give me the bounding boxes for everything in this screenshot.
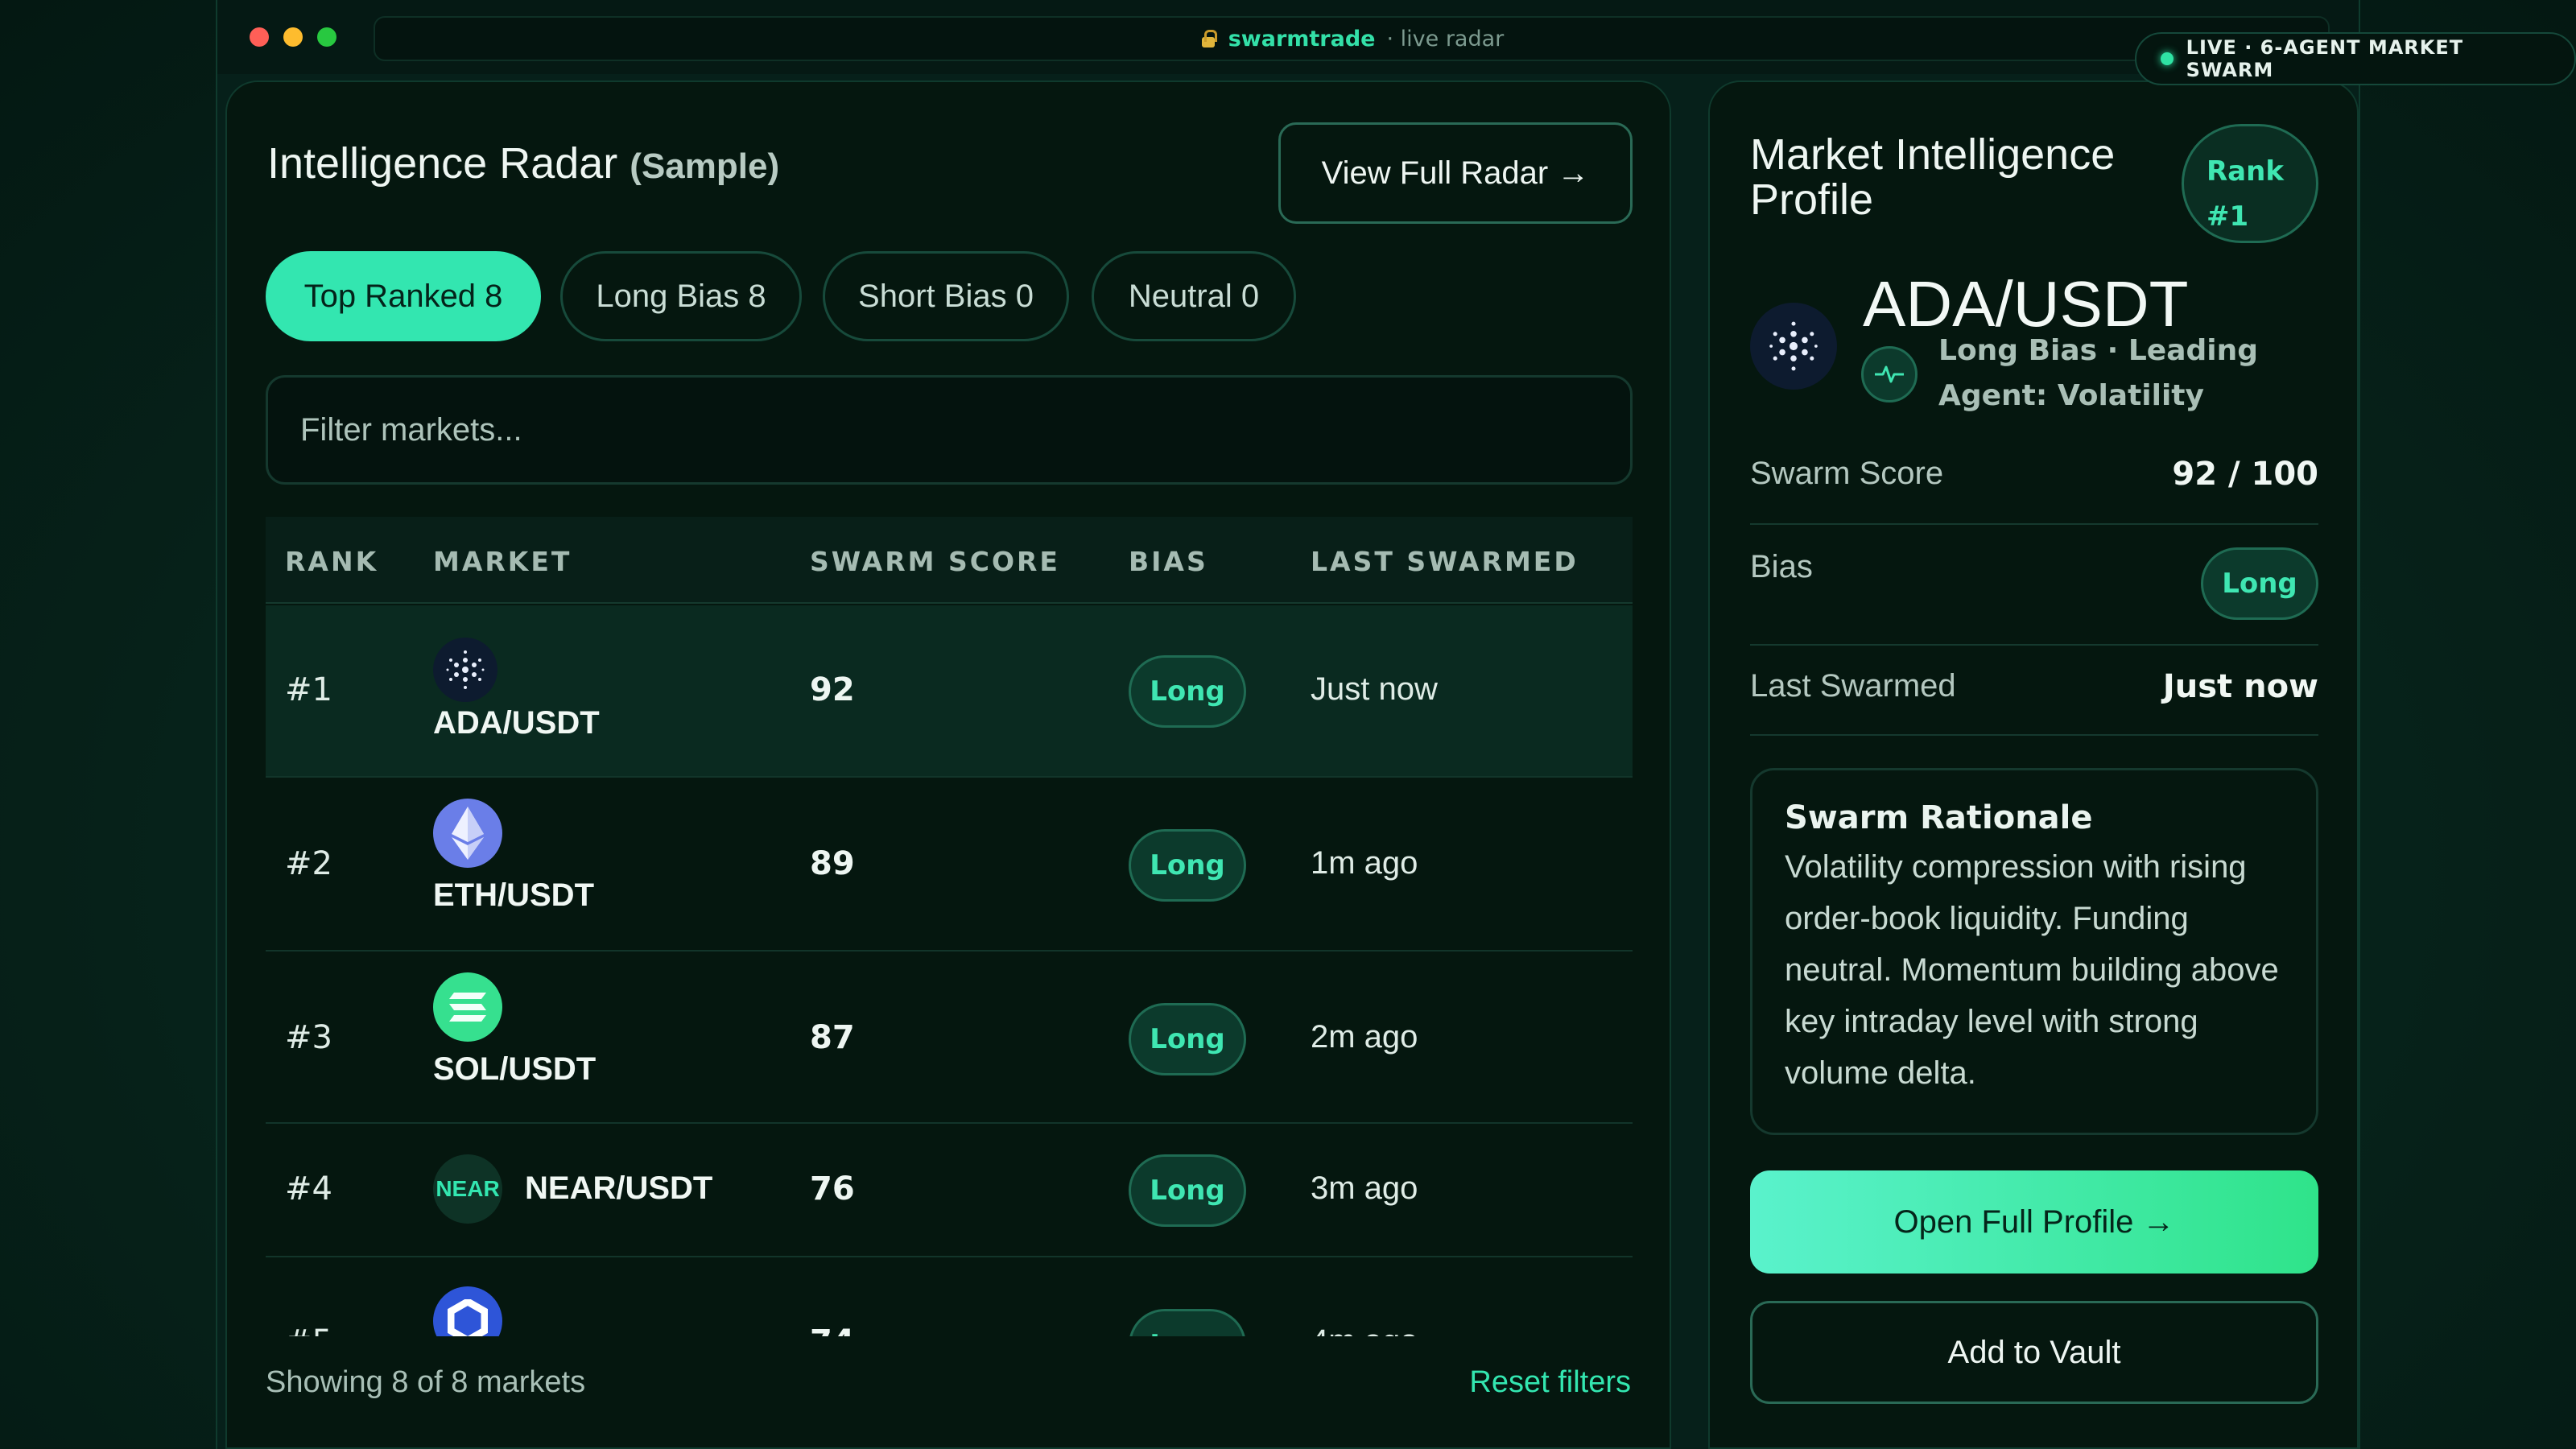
live-status-text: LIVE · 6-AGENT MARKET SWARM <box>2186 36 2464 81</box>
radar-title-suffix: (Sample) <box>630 147 780 186</box>
table-row[interactable]: #4 NEAR NEAR/USDT 76 Long 3m ago <box>266 1124 1633 1257</box>
row-score: 92 <box>810 671 855 708</box>
market-profile-panel: Market Intelligence Profile Rank #1 ADA/… <box>1708 80 2359 1449</box>
live-status-badge: LIVE · 6-AGENT MARKET SWARM <box>2135 32 2576 85</box>
last-swarmed-row: Last Swarmed Just now <box>1750 646 2318 736</box>
tab-short-bias[interactable]: Short Bias 0 <box>823 251 1069 341</box>
column-header-bias[interactable]: BIAS <box>1129 546 1208 577</box>
radar-title-text: Intelligence Radar <box>267 139 618 188</box>
row-score: 87 <box>810 1019 855 1056</box>
table-row[interactable]: #2 ETH/USDT 89 Long 1m ago <box>266 778 1633 952</box>
column-header-market[interactable]: MARKET <box>433 546 572 577</box>
row-rank: #3 <box>285 1019 332 1056</box>
row-market: NEAR/USDT <box>525 1170 713 1206</box>
column-header-swarm-score[interactable]: SWARM SCORE <box>810 546 1060 577</box>
reset-filters-link[interactable]: Reset filters <box>1469 1365 1631 1400</box>
ethereum-icon <box>433 799 502 868</box>
swarm-score-row: Swarm Score 92 / 100 <box>1750 436 2318 525</box>
maximize-window-button[interactable] <box>317 27 336 47</box>
bias-label: Bias <box>1750 549 1813 584</box>
swarm-score-value: 92 / 100 <box>2172 456 2318 493</box>
column-header-rank[interactable]: RANK <box>285 546 378 577</box>
table-header: RANK MARKET SWARM SCORE BIAS LAST SWARME… <box>266 517 1633 604</box>
row-last-swarmed: 4m ago <box>1311 1323 1418 1336</box>
address-bar[interactable]: swarmtrade · live radar <box>374 16 2330 61</box>
row-market: ADA/USDT <box>433 705 600 741</box>
table-row[interactable]: #5 74 Long 4m ago <box>266 1257 1633 1336</box>
table-row[interactable]: #3 SOL/USDT 87 Long 2m ago <box>266 952 1633 1124</box>
profile-subtitle: Long Bias · Leading Agent: Volatility <box>1938 334 2259 412</box>
browser-titlebar: swarmtrade · live radar <box>217 0 2359 74</box>
rationale-body: Volatility compression with rising order… <box>1785 849 2279 1091</box>
swarm-rationale-card: Swarm Rationale Volatility compression w… <box>1750 768 2318 1135</box>
markets-table: RANK MARKET SWARM SCORE BIAS LAST SWARME… <box>266 517 1633 1336</box>
row-market: SOL/USDT <box>433 1051 597 1087</box>
app-window: swarmtrade · live radar Intelligence Rad… <box>216 0 2360 1449</box>
row-last-swarmed: 1m ago <box>1311 845 1418 881</box>
row-last-swarmed: Just now <box>1311 671 1438 707</box>
showing-count: Showing 8 of 8 markets <box>266 1365 586 1399</box>
minimize-window-button[interactable] <box>283 27 303 47</box>
row-rank: #5 <box>285 1323 332 1336</box>
lock-icon <box>1199 30 1217 47</box>
bias-badge[interactable]: Long <box>1129 1309 1246 1336</box>
rank-badge: Rank #1 <box>2182 124 2318 243</box>
radar-title: Intelligence Radar (Sample) <box>267 138 779 188</box>
row-market: ETH/USDT <box>433 877 594 913</box>
filter-markets-input[interactable] <box>266 375 1633 485</box>
add-to-vault-button[interactable]: Add to Vault <box>1750 1301 2318 1404</box>
url-suffix: · live radar <box>1386 26 1505 52</box>
tab-long-bias[interactable]: Long Bias 8 <box>560 251 802 341</box>
row-score: 76 <box>810 1170 855 1208</box>
cardano-icon <box>433 638 497 702</box>
profile-title: Market Intelligence Profile <box>1750 130 2116 224</box>
tab-top-ranked[interactable]: Top Ranked 8 <box>266 251 541 341</box>
bias-badge[interactable]: Long <box>1129 829 1246 902</box>
column-header-last-swarmed[interactable]: LAST SWARMED <box>1311 546 1579 577</box>
last-swarmed-value: Just now <box>2162 668 2318 705</box>
row-rank: #4 <box>285 1170 332 1208</box>
open-full-profile-button[interactable]: Open Full Profile → <box>1750 1170 2318 1274</box>
swarm-score-label: Swarm Score <box>1750 456 1944 491</box>
bias-badge[interactable]: Long <box>1129 655 1246 728</box>
intelligence-radar-panel: Intelligence Radar (Sample) View Full Ra… <box>225 80 1671 1449</box>
rank-label: Rank <box>2207 155 2284 188</box>
bias-badge[interactable]: Long <box>1129 1003 1246 1075</box>
bias-badge[interactable]: Long <box>1129 1154 1246 1227</box>
tab-neutral[interactable]: Neutral 0 <box>1092 251 1296 341</box>
row-score: 74 <box>810 1323 855 1336</box>
solana-icon <box>433 972 502 1042</box>
view-full-radar-button[interactable]: View Full Radar → <box>1278 122 1633 224</box>
live-indicator-icon <box>2161 52 2174 65</box>
url-domain: swarmtrade <box>1228 26 1376 52</box>
close-window-button[interactable] <box>250 27 269 47</box>
table-row[interactable]: #1 ADA/USDT 92 Long Just now <box>266 605 1633 778</box>
row-rank: #1 <box>285 671 332 708</box>
row-last-swarmed: 3m ago <box>1311 1170 1418 1206</box>
row-last-swarmed: 2m ago <box>1311 1019 1418 1055</box>
rationale-title: Swarm Rationale <box>1785 799 2093 836</box>
bias-badge: Long <box>2201 547 2318 620</box>
row-score: 89 <box>810 845 855 882</box>
chainlink-icon <box>433 1286 502 1336</box>
near-icon: NEAR <box>433 1154 502 1224</box>
bias-row: Bias Long <box>1750 525 2318 646</box>
pulse-icon <box>1861 346 1918 402</box>
last-swarmed-label: Last Swarmed <box>1750 668 1956 704</box>
rank-value: #1 <box>2207 200 2249 233</box>
cardano-icon <box>1750 303 1837 390</box>
row-rank: #2 <box>285 845 332 882</box>
